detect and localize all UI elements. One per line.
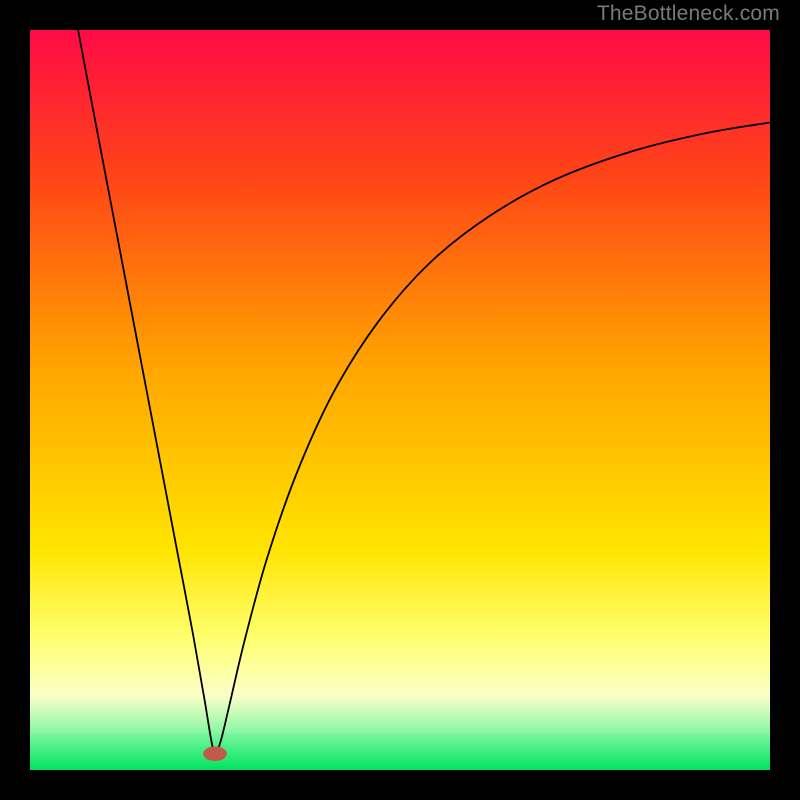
- minimum-marker: [203, 746, 227, 761]
- chart-background: [30, 30, 770, 770]
- watermark-text: TheBottleneck.com: [597, 2, 780, 26]
- chart-plot-area: [30, 30, 770, 770]
- chart-bottom-band: [30, 733, 770, 770]
- chart-frame: TheBottleneck.com: [0, 0, 800, 800]
- chart-svg: [30, 30, 770, 770]
